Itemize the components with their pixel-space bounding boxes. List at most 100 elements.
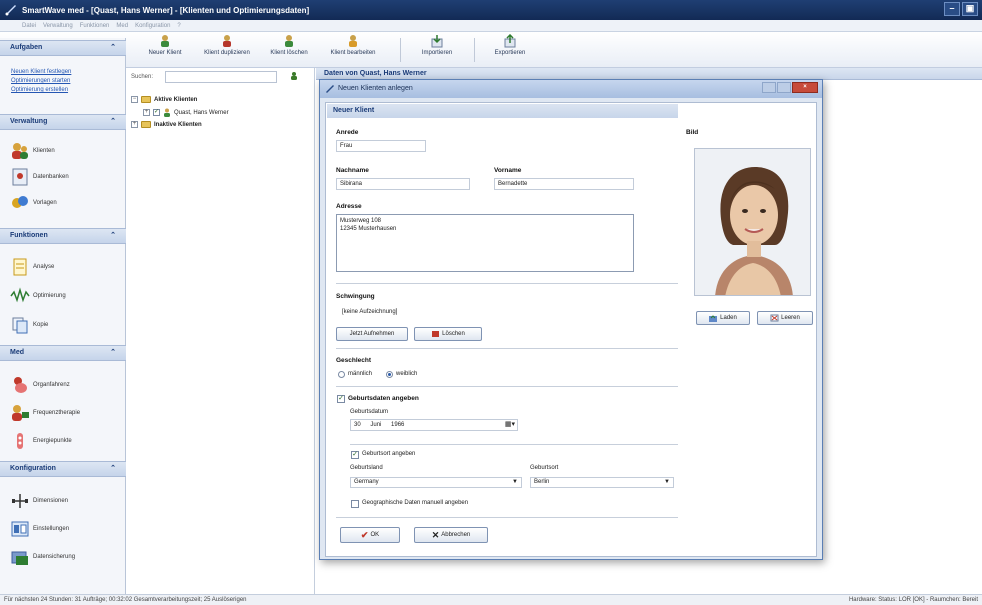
collapse-icon[interactable]: ⌃ [110,462,116,476]
expand-toggle[interactable]: + [131,121,138,128]
nav-item-vorlagen[interactable]: Vorlagen [10,192,57,214]
anrede-field[interactable]: Frau [336,140,426,152]
record-button[interactable]: Jetzt Aufnehmen [336,327,408,341]
geburtsland-select[interactable]: Germany ▼ [350,477,522,488]
cancel-button[interactable]: ✕ Abbrechen [414,527,488,543]
link-optimierungen-starten[interactable]: Optimierungen starten [11,78,70,84]
menu-konfiguration[interactable]: Konfiguration [135,23,170,29]
close-icon: ✕ [431,529,440,540]
dialog-close-button[interactable]: × [792,82,818,93]
analysis-icon [13,258,27,276]
geburtsdaten-label: Geburtsdaten angeben [348,395,419,402]
nav-section-aufgaben[interactable]: Aufgaben ⌃ [0,40,126,56]
import-button[interactable]: Importieren [415,34,459,66]
expand-toggle[interactable]: + [143,109,150,116]
nav-item-datensicherung[interactable]: Datensicherung [10,546,75,568]
link-neuen-klient[interactable]: Neuen Klient festlegen [11,69,71,75]
edit-client-button[interactable]: Klient bearbeiten [322,34,384,66]
import-icon [431,35,443,48]
radio-weiblich[interactable] [386,371,393,378]
nav-item-analyse[interactable]: Analyse [10,256,54,278]
collapse-icon[interactable]: ⌃ [110,115,116,129]
menu-funktionen[interactable]: Funktionen [80,23,110,29]
status-bar: Für nächsten 24 Stunden: 31 Aufträge; 00… [0,594,982,605]
search-person-icon [291,72,297,80]
geschlecht-label: Geschlecht [336,357,372,364]
window-titlebar: SmartWave med - [Quast, Hans Werner] - [… [0,0,982,20]
maximize-button[interactable]: ▣ [962,2,978,16]
nav-item-organfahrenz[interactable]: Organfahrenz [10,374,70,396]
menu-help[interactable]: ? [177,23,180,29]
nav-item-klienten[interactable]: Klienten [10,140,55,162]
dialog-minimize-button[interactable] [762,82,776,93]
nachname-field[interactable]: Sibirana [336,178,470,190]
tree-node-client[interactable]: + ✓ Quast, Hans Werner [143,108,229,117]
weiblich-label: weiblich [396,371,418,377]
minimize-button[interactable]: – [944,2,960,16]
tree-node-inactive-clients[interactable]: + Inaktive Klienten [131,121,202,128]
nav-item-datenbanken[interactable]: Datenbanken [10,166,69,188]
vorname-field[interactable]: Bernadette [494,178,634,190]
adresse-textarea[interactable]: Musterweg 108 12345 Musterhausen [336,214,634,272]
nav-section-konfiguration[interactable]: Konfiguration ⌃ [0,461,126,477]
menu-datei[interactable]: Datei [22,23,36,29]
nav-item-optimierung[interactable]: Optimierung [10,285,66,307]
dialog-titlebar: Neuen Klienten anlegen × [320,80,822,98]
export-button[interactable]: Exportieren [488,34,532,66]
status-left: Für nächsten 24 Stunden: 31 Aufträge; 00… [4,597,247,603]
calendar-icon[interactable]: ▦▾ [505,420,515,430]
geburtsort-select[interactable]: Berlin ▼ [530,477,674,488]
navigation-panel: Aufgaben ⌃ Neuen Klient festlegen Optimie… [0,38,126,594]
nav-item-kopie[interactable]: Kopie [10,314,48,336]
geburtsdatum-field[interactable]: 30 Juni 1966 ▦▾ [350,419,518,431]
geburtsort-label: Geburtsort [530,465,559,471]
new-client-dialog: Neuen Klienten anlegen × Neuer Klient An… [319,79,823,560]
folder-icon [141,121,151,128]
collapse-icon[interactable]: ⌃ [110,229,116,243]
menu-verwaltung[interactable]: Verwaltung [43,23,73,29]
search-input[interactable] [165,71,277,83]
new-client-button[interactable]: Neuer Klient [140,34,190,66]
settings-icon [11,521,29,537]
dimensions-icon [12,494,28,508]
ok-button[interactable]: ✔ OK [340,527,400,543]
dialog-maximize-button[interactable] [777,82,791,93]
delete-recording-button[interactable]: Löschen [414,327,482,341]
load-image-button[interactable]: Laden [696,311,750,325]
clients-icon [12,143,28,159]
nav-section-verwaltung[interactable]: Verwaltung ⌃ [0,114,126,130]
nav-item-dimensionen[interactable]: Dimensionen [10,490,68,512]
birth-month[interactable]: Juni [370,422,381,428]
tree-node-active-clients[interactable]: − Aktive Klienten [131,96,197,103]
nav-section-funktionen[interactable]: Funktionen ⌃ [0,228,126,244]
link-optimierung-erstellen[interactable]: Optimierung erstellen [11,87,68,93]
geburtsort-checkbox[interactable]: ✓ [351,451,359,459]
nav-item-energiepunkte[interactable]: Energiepunkte [10,430,72,452]
delete-client-button[interactable]: Klient löschen [263,34,315,66]
toolbar: Neuer Klient Klient duplizieren Klient l… [0,32,982,68]
nav-item-einstellungen[interactable]: Einstellungen [10,518,69,540]
menu-bar: Datei Verwaltung Funktionen Med Konfigur… [0,20,982,32]
schwingung-label: Schwingung [336,293,375,300]
collapse-icon[interactable]: ⌃ [110,41,116,55]
person-icon [164,108,170,117]
collapse-icon[interactable]: ⌃ [110,346,116,360]
search-button[interactable] [287,71,301,83]
clear-image-button[interactable]: Leeren [757,311,813,325]
person-edit-icon [349,35,357,47]
birth-year[interactable]: 1966 [391,422,404,428]
collapse-toggle[interactable]: − [131,96,138,103]
search-label: Suchen: [131,74,154,80]
energy-points-icon [17,433,23,449]
checkmark-icon: ✔ [360,529,369,540]
geo-checkbox[interactable] [351,500,359,508]
duplicate-client-button[interactable]: Klient duplizieren [198,34,256,66]
birth-day[interactable]: 30 [354,422,361,428]
nav-section-med[interactable]: Med ⌃ [0,345,126,361]
radio-maennlich[interactable] [338,371,345,378]
geburtsdaten-checkbox[interactable]: ✓ [337,395,345,403]
nav-item-frequenztherapie[interactable]: Frequenztherapie [10,402,80,424]
client-checkbox[interactable]: ✓ [153,109,160,116]
menu-med[interactable]: Med [116,23,128,29]
dialog-title: Neuen Klienten anlegen [338,85,413,92]
